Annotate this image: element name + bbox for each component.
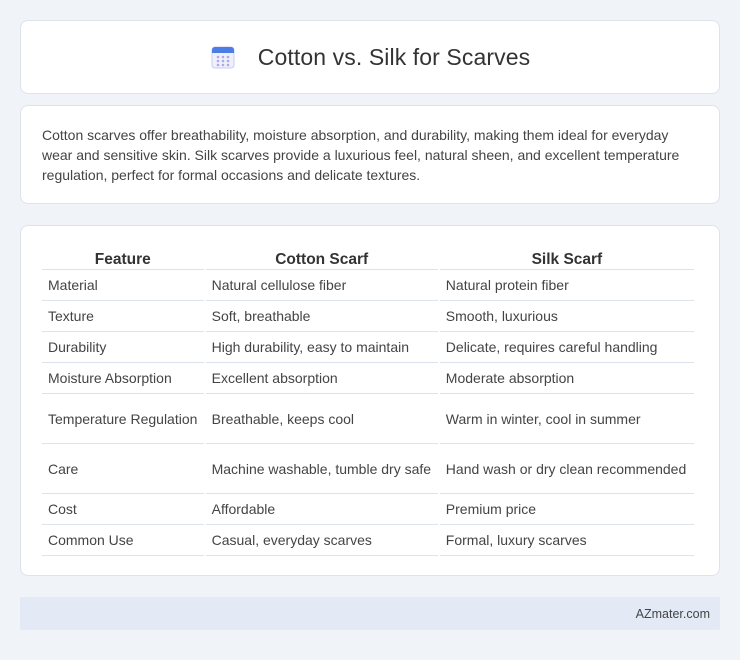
table-cell: Delicate, requires careful handling [439, 332, 694, 363]
table-cell: Smooth, luxurious [439, 301, 694, 332]
footer-bar: AZmater.com [20, 597, 720, 630]
header-feature: Feature [42, 246, 204, 270]
table-cell: Common Use [42, 525, 204, 556]
table-row: Common Use Casual, everyday scarves Form… [42, 525, 694, 556]
intro-card: Cotton scarves offer breathability, mois… [20, 105, 720, 204]
table-cell: Breathable, keeps cool [205, 394, 438, 444]
table-cell: Care [42, 444, 204, 494]
table-cell: Machine washable, tumble dry safe [205, 444, 438, 494]
table-row: Moisture Absorption Excellent absorption… [42, 363, 694, 394]
table-cell: Durability [42, 332, 204, 363]
table-cell: Cost [42, 494, 204, 525]
table-cell: Natural protein fiber [439, 270, 694, 301]
header-cotton: Cotton Scarf [205, 246, 438, 270]
table-cell: Casual, everyday scarves [205, 525, 438, 556]
table-cell: Moisture Absorption [42, 363, 204, 394]
intro-text: Cotton scarves offer breathability, mois… [42, 127, 680, 183]
table-row: Texture Soft, breathable Smooth, luxurio… [42, 301, 694, 332]
table-cell: High durability, easy to maintain [205, 332, 438, 363]
table-cell: Hand wash or dry clean recommended [439, 444, 694, 494]
table-cell: Excellent absorption [205, 363, 438, 394]
header-silk: Silk Scarf [439, 246, 694, 270]
table-row: Durability High durability, easy to main… [42, 332, 694, 363]
table-cell: Affordable [205, 494, 438, 525]
comparison-card: Feature Cotton Scarf Silk Scarf Material… [20, 225, 720, 576]
table-header-row: Feature Cotton Scarf Silk Scarf [42, 246, 694, 270]
table-row: Material Natural cellulose fiber Natural… [42, 270, 694, 301]
table-cell: Temperature Regulation [42, 394, 204, 444]
footer-brand: AZmater.com [635, 606, 710, 621]
table-cell: Natural cellulose fiber [205, 270, 438, 301]
table-row: Cost Affordable Premium price [42, 494, 694, 525]
page-title: Cotton vs. Silk for Scarves [257, 43, 531, 70]
table-cell: Soft, breathable [205, 301, 438, 332]
table-cell: Material [42, 270, 204, 301]
table-row: Temperature Regulation Breathable, keeps… [42, 394, 694, 444]
table-cell: Moderate absorption [439, 363, 694, 394]
calendar-icon [210, 44, 236, 70]
title-card: Cotton vs. Silk for Scarves [20, 20, 720, 94]
table-cell: Premium price [439, 494, 694, 525]
table-cell: Formal, luxury scarves [439, 525, 694, 556]
table-cell: Texture [42, 301, 204, 332]
comparison-table: Feature Cotton Scarf Silk Scarf Material… [40, 246, 696, 556]
table-cell: Warm in winter, cool in summer [439, 394, 694, 444]
table-row: Care Machine washable, tumble dry safe H… [42, 444, 694, 494]
